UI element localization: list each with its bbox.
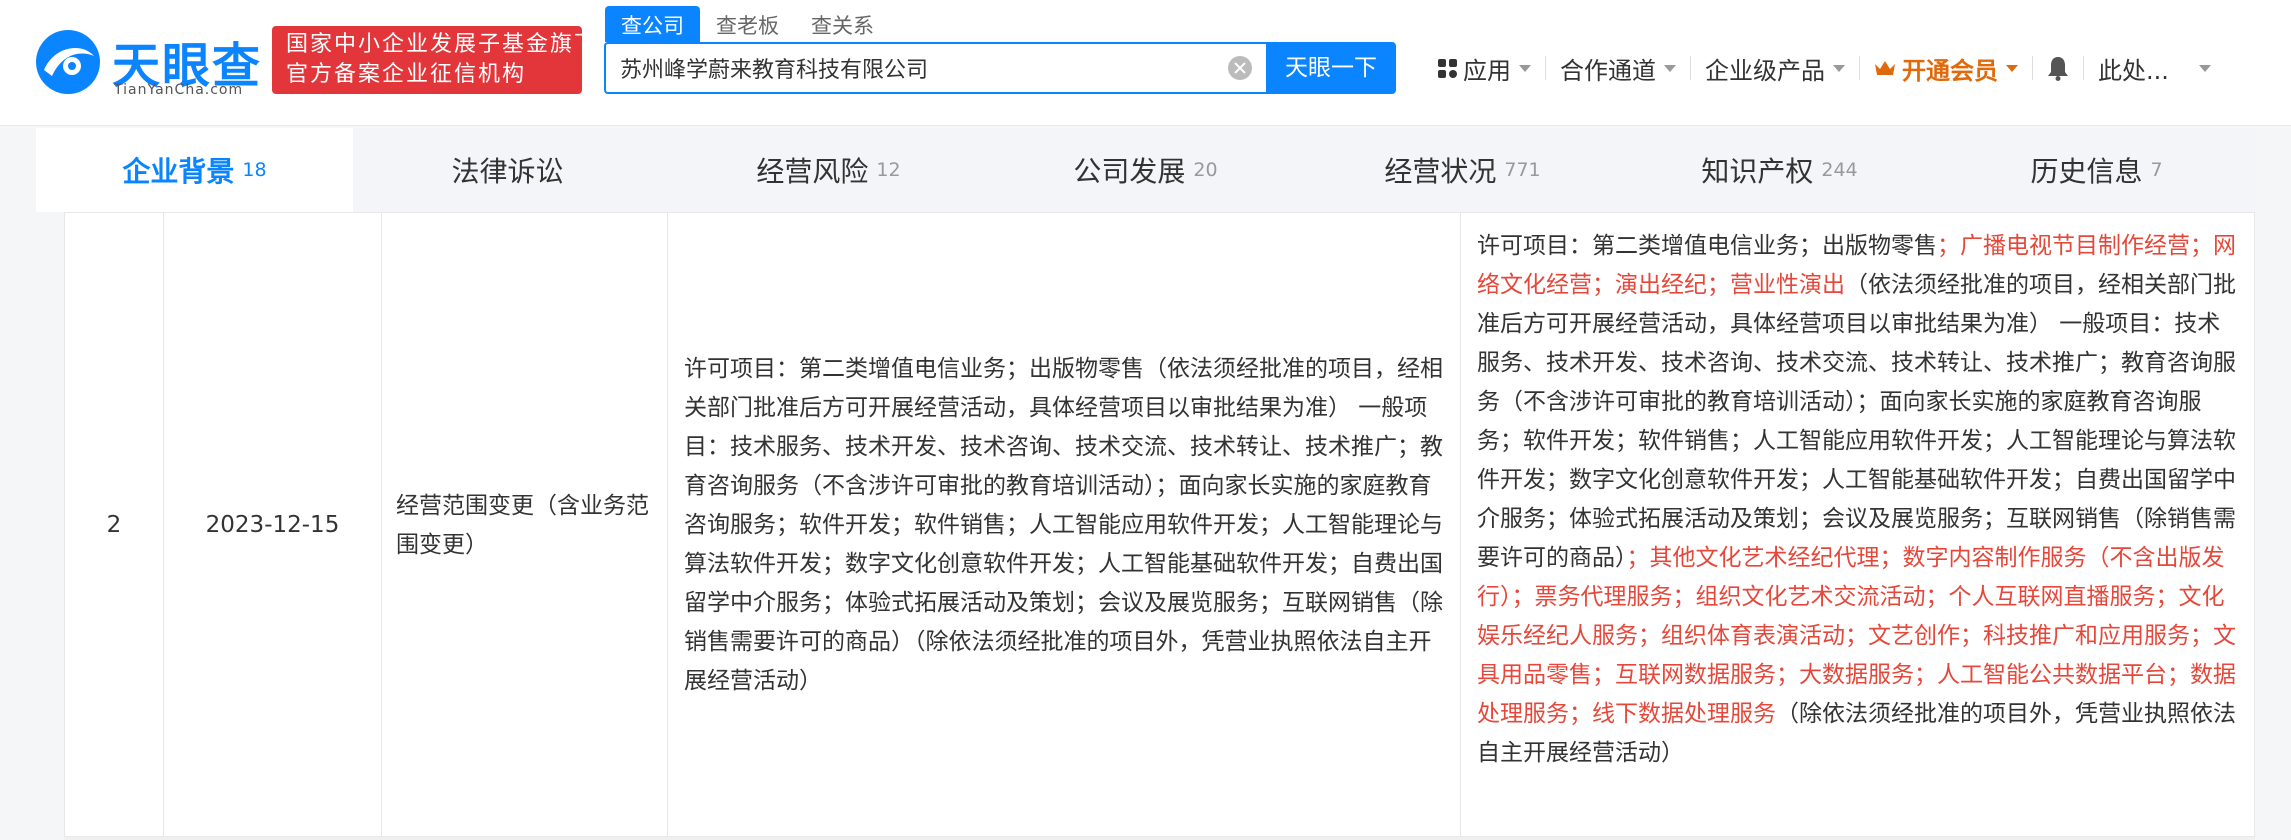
- tab-count: 244: [1821, 159, 1858, 181]
- badge-line-1: 国家中小企业发展子基金旗下: [286, 32, 599, 57]
- search-tab-boss[interactable]: 查老板: [700, 6, 795, 42]
- clear-icon[interactable]: [1228, 56, 1252, 80]
- tab-label: 历史信息: [2030, 155, 2143, 188]
- nav-vip[interactable]: 开通会员: [1860, 51, 2032, 86]
- nav-enterprise[interactable]: 企业级产品: [1691, 51, 1859, 86]
- chevron-down-icon: [2198, 64, 2211, 72]
- tab-label: 知识产权: [1701, 155, 1814, 188]
- content-after: 许可项目：第二类增值电信业务；出版物零售；广播电视节目制作经营；网络文化经营；演…: [1461, 213, 2255, 838]
- logo-eye-icon: [36, 30, 100, 94]
- tab-litigation[interactable]: 法律诉讼: [353, 128, 670, 212]
- logo-domain: TianYanCha.com: [114, 82, 244, 98]
- tab-history[interactable]: 历史信息 7: [1938, 128, 2255, 212]
- apps-grid-icon: [1438, 58, 1457, 78]
- tab-label: 法律诉讼: [451, 155, 564, 188]
- nav-notifications[interactable]: [2033, 55, 2083, 81]
- row-index: 2: [65, 213, 164, 838]
- section-tabs: 企业背景 18 法律诉讼 经营风险 12 公司发展 20 经营状况 771 知识产权 24…: [36, 128, 2255, 212]
- chevron-down-icon: [1833, 64, 1845, 72]
- tab-label: 企业背景: [122, 155, 235, 188]
- nav-user[interactable]: 此处...: [2084, 51, 2225, 86]
- tab-count: 12: [876, 159, 901, 181]
- after-highlight-part: ；其他文化艺术经纪代理；数字内容制作服务（不含出版发行）；票务代理服务；组织文化…: [1477, 545, 2236, 727]
- tab-count: 7: [2150, 159, 2163, 181]
- change-date: 2023-12-15: [164, 213, 382, 838]
- tab-label: 经营状况: [1384, 155, 1497, 188]
- top-header: 天眼查 TianYanCha.com 国家中小企业发展子基金旗下 官方备案企业征…: [0, 0, 2291, 126]
- badge-line-2: 官方备案企业征信机构: [286, 62, 527, 87]
- nav-enterprise-label: 企业级产品: [1705, 56, 1825, 85]
- tab-count: 20: [1193, 159, 1218, 181]
- after-text-part: 许可项目：第二类增值电信业务；出版物零售: [1477, 233, 1937, 259]
- tab-count: 18: [242, 159, 267, 181]
- nav-user-label: 此处...: [2098, 56, 2169, 85]
- search-type-tabs: 查公司 查老板 查关系: [605, 6, 890, 42]
- bell-icon: [2048, 57, 2068, 81]
- after-text-part: （依法须经批准的项目，经相关部门批准后方可开展经营活动，具体经营项目以审批结果为…: [1477, 272, 2236, 571]
- chevron-down-icon: [1664, 64, 1676, 72]
- official-badge: 国家中小企业发展子基金旗下 官方备案企业征信机构: [272, 26, 599, 94]
- tab-background[interactable]: 企业背景 18: [36, 128, 353, 212]
- change-type: 经营范围变更（含业务范围变更）: [382, 213, 668, 838]
- search-tab-company[interactable]: 查公司: [605, 6, 700, 42]
- search-input[interactable]: [620, 44, 1200, 92]
- logo[interactable]: 天眼查 TianYanCha.com: [32, 22, 262, 98]
- change-record-table: 2 2023-12-15 经营范围变更（含业务范围变更） 许可项目：第二类增值电…: [64, 212, 2255, 840]
- nav-channel[interactable]: 合作通道: [1546, 51, 1690, 86]
- chevron-down-icon: [1519, 64, 1531, 72]
- search-tab-relation[interactable]: 查关系: [795, 6, 890, 42]
- search-button[interactable]: 天眼一下: [1266, 42, 1396, 94]
- tab-development[interactable]: 公司发展 20: [987, 128, 1304, 212]
- content-before-text: 许可项目：第二类增值电信业务；出版物零售（依法须经批准的项目，经相关部门批准后方…: [684, 356, 1443, 694]
- nav-apps[interactable]: 应用: [1424, 51, 1545, 86]
- chevron-down-icon: [2006, 64, 2018, 72]
- crown-icon: [1875, 61, 1895, 75]
- table-row: 2 2023-12-15 经营范围变更（含业务范围变更） 许可项目：第二类增值电…: [64, 212, 2255, 838]
- tab-ip[interactable]: 知识产权 244: [1621, 128, 1938, 212]
- tab-label: 经营风险: [756, 155, 869, 188]
- tab-operations[interactable]: 经营状况 771: [1304, 128, 1621, 212]
- nav-vip-label: 开通会员: [1902, 56, 1998, 85]
- tab-label: 公司发展: [1073, 155, 1186, 188]
- top-nav: 应用 合作通道 企业级产品 开通会员 此处...: [1424, 50, 2225, 86]
- nav-apps-label: 应用: [1463, 56, 1511, 85]
- content-before: 许可项目：第二类增值电信业务；出版物零售（依法须经批准的项目，经相关部门批准后方…: [668, 213, 1461, 838]
- tab-risk[interactable]: 经营风险 12: [670, 128, 987, 212]
- nav-channel-label: 合作通道: [1560, 56, 1656, 85]
- tab-count: 771: [1504, 159, 1541, 181]
- search-box: [604, 42, 1266, 94]
